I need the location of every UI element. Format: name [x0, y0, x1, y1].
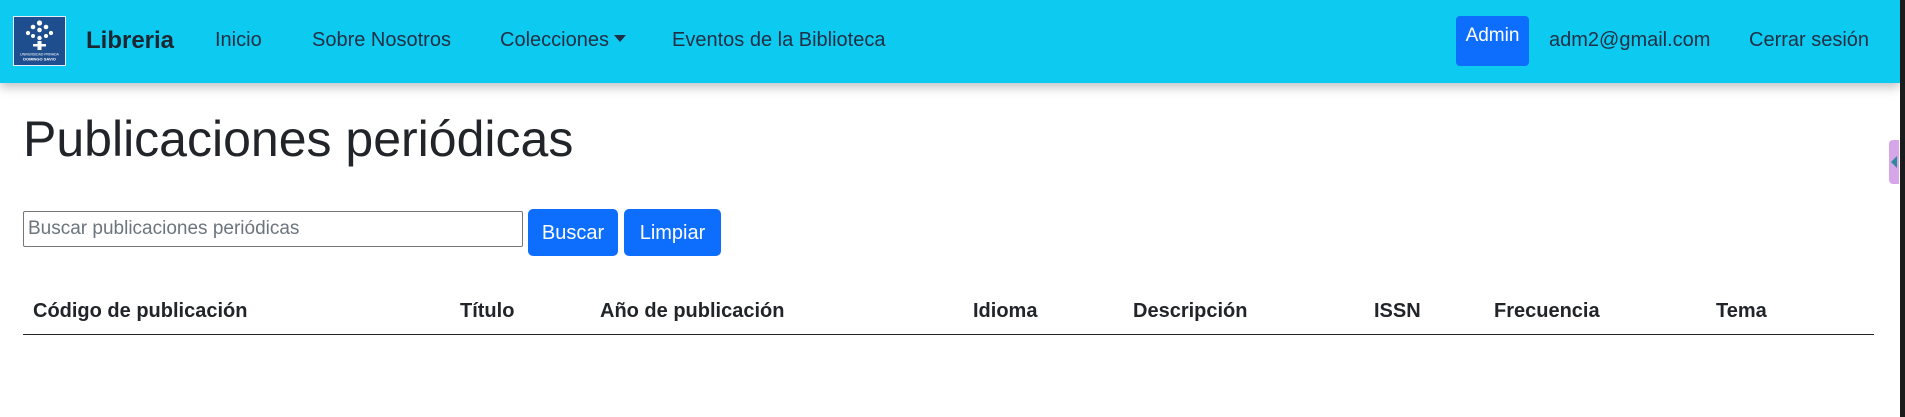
logo-text-line-2: DOMINGO SAVIO: [23, 57, 56, 62]
nav-link-sobre-nosotros[interactable]: Sobre Nosotros: [312, 29, 451, 52]
admin-button[interactable]: Admin: [1456, 16, 1529, 66]
university-logo-icon: UNIVERSIDAD PRIVADA DOMINGO SAVIO: [20, 20, 60, 62]
university-logo[interactable]: UNIVERSIDAD PRIVADA DOMINGO SAVIO: [13, 16, 66, 66]
search-button[interactable]: Buscar: [528, 209, 618, 256]
column-header-issn: ISSN: [1374, 300, 1421, 322]
search-input[interactable]: [23, 211, 523, 247]
column-header-idioma: Idioma: [973, 300, 1038, 322]
page-title: Publicaciones periódicas: [23, 111, 574, 167]
column-header-tema: Tema: [1716, 300, 1767, 322]
column-header-frecuencia: Frecuencia: [1494, 300, 1600, 322]
nav-link-colecciones-label: Colecciones: [500, 29, 609, 51]
chevron-left-icon: [1891, 156, 1897, 168]
brand-name[interactable]: Libreria: [86, 27, 174, 55]
top-navbar: UNIVERSIDAD PRIVADA DOMINGO SAVIO Librer…: [0, 0, 1900, 83]
window-edge: [1900, 0, 1905, 417]
publications-table-header: Código de publicación Título Año de publ…: [23, 295, 1874, 335]
column-header-codigo: Código de publicación: [33, 300, 248, 322]
column-header-descripcion: Descripción: [1133, 300, 1248, 322]
user-email[interactable]: adm2@gmail.com: [1549, 29, 1710, 52]
nav-link-colecciones[interactable]: Colecciones: [500, 29, 626, 52]
side-panel-toggle[interactable]: [1889, 140, 1899, 184]
clear-button[interactable]: Limpiar: [624, 209, 721, 256]
caret-down-icon: [613, 35, 626, 42]
nav-link-eventos[interactable]: Eventos de la Biblioteca: [672, 29, 885, 52]
nav-link-inicio[interactable]: Inicio: [215, 29, 262, 52]
column-header-anio: Año de publicación: [600, 300, 785, 322]
logout-link[interactable]: Cerrar sesión: [1749, 29, 1869, 52]
column-header-titulo: Título: [460, 300, 515, 322]
